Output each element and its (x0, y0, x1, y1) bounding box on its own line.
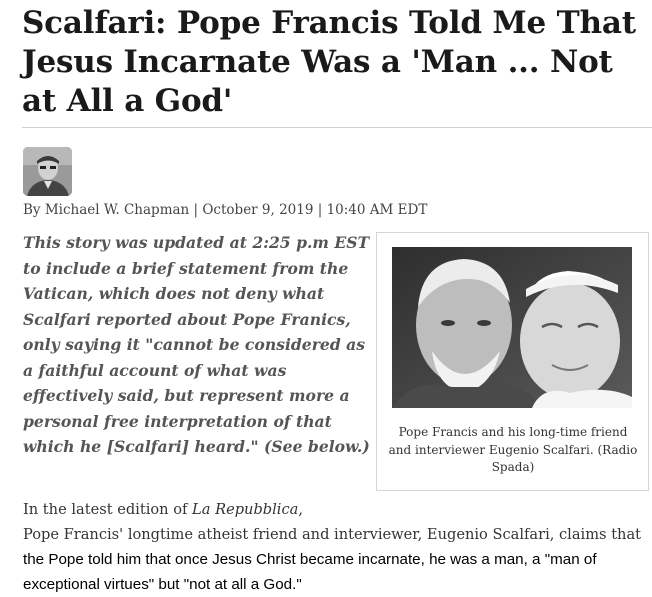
figure-photo[interactable] (392, 247, 632, 408)
article-figure: Pope Francis and his long-time friend an… (376, 232, 649, 491)
pope-and-scalfari-photo (392, 247, 632, 408)
headline-divider (22, 127, 652, 128)
body-line-2: Pope Francis' longtime atheist friend an… (23, 526, 642, 543)
body-highlight: the Pope told him that once Jesus Christ… (23, 551, 597, 593)
article-headline: Scalfari: Pope Francis Told Me That Jesu… (22, 5, 636, 119)
publication-name[interactable]: La Repubblica (192, 501, 298, 518)
article-byline: By Michael W. Chapman | October 9, 2019 … (23, 202, 428, 218)
article-page: Scalfari: Pope Francis Told Me That Jesu… (0, 0, 652, 596)
body-intro: In the latest edition of (23, 501, 193, 518)
article-body-paragraph: In the latest edition of La Repubblica, … (23, 501, 642, 593)
figure-caption: Pope Francis and his long-time friend an… (388, 425, 638, 474)
author-photo-image (23, 147, 72, 196)
author-avatar[interactable] (23, 147, 72, 196)
update-note: This story was updated at 2:25 p.m EST t… (23, 233, 370, 456)
